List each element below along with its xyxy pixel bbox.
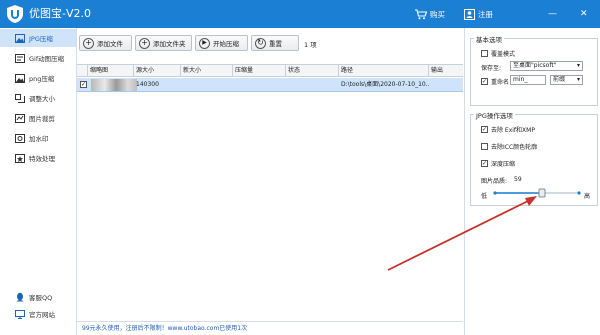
annotation-arrow — [387, 196, 537, 271]
